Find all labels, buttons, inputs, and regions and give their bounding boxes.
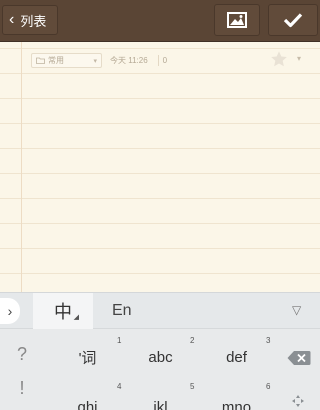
exclamation-key[interactable]: !: [8, 377, 36, 399]
key-2-abc[interactable]: abc: [123, 338, 198, 376]
note-editor[interactable]: 常用 ▾ 今天 11:26 0 ▾: [0, 42, 320, 292]
backspace-icon: [287, 351, 311, 365]
english-mode-label: En: [112, 302, 132, 319]
chinese-mode-label: 中: [54, 302, 72, 323]
back-button-label: 列表: [20, 13, 47, 29]
key-4-ghi[interactable]: ghi: [50, 388, 125, 410]
folder-select[interactable]: 常用 ▾: [31, 52, 102, 68]
keyboard-menu-toggle[interactable]: ›: [0, 298, 20, 324]
key-number: 4: [117, 382, 122, 391]
delete-key[interactable]: [280, 343, 318, 373]
soft-keyboard: › 中 ◢ En ▽ ? ! '词 1 abc 2 def 3 ghi 4 jk…: [0, 292, 320, 410]
ruled-lines: [0, 42, 320, 292]
meta-divider: [157, 54, 159, 66]
back-to-list-button[interactable]: ‹ 列表: [2, 5, 58, 35]
key-number: 1: [117, 336, 122, 345]
cursor-arrows-icon: [292, 395, 304, 407]
key-number: 6: [266, 382, 271, 391]
word-count: 0: [162, 55, 168, 65]
key-label: jkl: [153, 398, 168, 410]
key-number: 3: [266, 336, 271, 345]
exclamation-label: !: [19, 377, 25, 398]
question-mark-key[interactable]: ?: [8, 343, 36, 365]
key-number: 2: [190, 336, 195, 345]
chevron-right-icon: ›: [7, 303, 13, 319]
folder-icon: [36, 57, 45, 64]
dropdown-caret-icon: ▾: [93, 57, 97, 65]
key-3-def[interactable]: def: [199, 338, 274, 376]
margin-line: [21, 42, 22, 292]
note-meta-row: 常用 ▾ 今天 11:26 0: [31, 52, 167, 68]
keyboard-toolbar: › 中 ◢ En ▽: [0, 293, 320, 329]
question-mark-label: ?: [16, 343, 27, 364]
chinese-mode-key[interactable]: 中 ◢: [33, 293, 93, 329]
key-label: ghi: [77, 398, 98, 410]
image-icon: [227, 12, 247, 28]
key-6-mno[interactable]: mno: [199, 388, 274, 410]
key-number: 5: [190, 382, 195, 391]
collapse-keyboard-icon[interactable]: ▽: [292, 303, 301, 317]
key-label: mno: [221, 398, 252, 410]
key-label: '词: [78, 349, 97, 367]
cursor-move-key[interactable]: [288, 391, 308, 410]
chevron-left-icon: ‹: [9, 11, 15, 28]
folder-name: 常用: [48, 55, 64, 65]
save-done-button[interactable]: [268, 4, 318, 36]
key-label: abc: [148, 348, 173, 366]
english-mode-key[interactable]: En: [112, 302, 132, 320]
key-1-ci[interactable]: '词: [50, 338, 125, 376]
checkmark-icon: [283, 13, 303, 28]
star-icon[interactable]: [270, 50, 288, 68]
insert-image-button[interactable]: [214, 4, 260, 36]
key-5-jkl[interactable]: jkl: [123, 388, 198, 410]
top-toolbar: ‹ 列表: [0, 0, 320, 42]
corner-triangle-icon: ◢: [73, 313, 79, 321]
key-label: def: [226, 348, 247, 366]
note-timestamp: 今天 11:26: [110, 55, 148, 65]
more-chevron-icon[interactable]: ▾: [297, 54, 301, 63]
